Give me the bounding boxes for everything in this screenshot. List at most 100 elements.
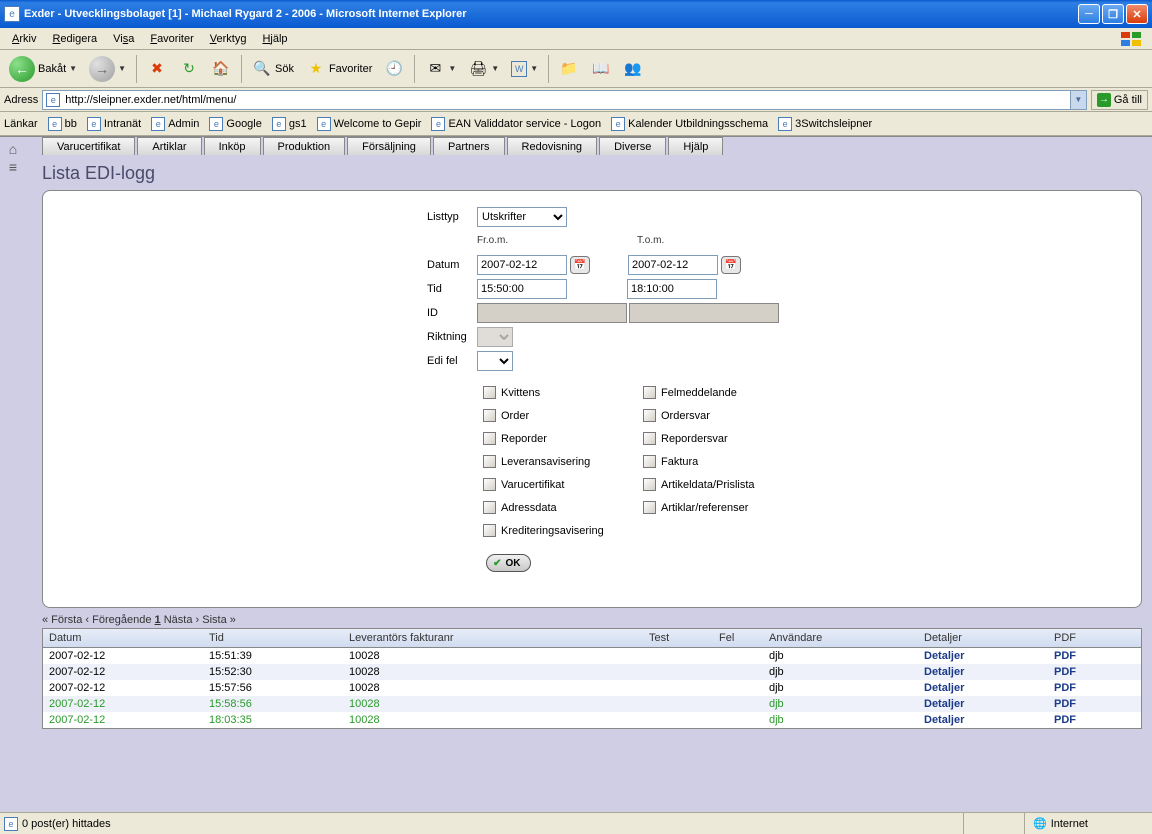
favorites-button[interactable]: ★Favoriter xyxy=(301,54,377,84)
checkbox[interactable] xyxy=(483,386,496,399)
cell-datum: 2007-02-12 xyxy=(43,696,203,712)
app-tab[interactable]: Partners xyxy=(433,137,505,155)
app-tab[interactable]: Varucertifikat xyxy=(42,137,135,155)
close-button[interactable]: ✕ xyxy=(1126,4,1148,24)
datum-from-input[interactable] xyxy=(477,255,567,275)
go-button[interactable]: →Gå till xyxy=(1091,90,1148,110)
riktning-select[interactable] xyxy=(477,327,513,347)
checkbox[interactable] xyxy=(643,455,656,468)
back-button[interactable]: ←Bakåt▼ xyxy=(4,54,82,84)
checkbox[interactable] xyxy=(643,478,656,491)
pager-last[interactable]: Sista » xyxy=(202,614,236,626)
checkbox[interactable] xyxy=(643,409,656,422)
stop-button[interactable]: ✖ xyxy=(142,54,172,84)
checkbox[interactable] xyxy=(483,524,496,537)
app-tab[interactable]: Försäljning xyxy=(347,137,431,155)
datum-to-input[interactable] xyxy=(628,255,718,275)
tid-from-input[interactable] xyxy=(477,279,567,299)
checkbox[interactable] xyxy=(483,478,496,491)
checkbox[interactable] xyxy=(483,409,496,422)
detaljer-link[interactable]: Detaljer xyxy=(924,650,964,662)
link-item[interactable]: eGoogle xyxy=(205,115,265,133)
pager-current[interactable]: 1 xyxy=(155,614,161,626)
link-item[interactable]: eIntranät xyxy=(83,115,145,133)
checkbox[interactable] xyxy=(643,386,656,399)
checkbox[interactable] xyxy=(483,432,496,445)
mail-button[interactable]: ✉▼ xyxy=(420,54,461,84)
calendar-to-icon[interactable]: 📅 xyxy=(721,256,741,274)
history-button[interactable]: 🕘 xyxy=(379,54,409,84)
app-tab[interactable]: Hjälp xyxy=(668,137,723,155)
listtyp-select[interactable]: Utskrifter xyxy=(477,207,567,227)
link-item[interactable]: ebb xyxy=(44,115,81,133)
menu-verktyg[interactable]: Verktyg xyxy=(202,31,255,47)
link-item[interactable]: eWelcome to Gepir xyxy=(313,115,426,133)
messenger-button[interactable]: 👥 xyxy=(618,54,648,84)
address-input[interactable] xyxy=(63,91,1070,109)
cell-test xyxy=(643,664,713,680)
link-icon: e xyxy=(317,117,331,131)
cell-datum: 2007-02-12 xyxy=(43,712,203,728)
cell-lev: 10028 xyxy=(343,680,643,696)
ok-button[interactable]: ✔OK xyxy=(486,554,531,572)
detaljer-link[interactable]: Detaljer xyxy=(924,682,964,694)
pdf-link[interactable]: PDF xyxy=(1054,698,1076,710)
pager-first[interactable]: « Första xyxy=(42,614,82,626)
pager-prev[interactable]: ‹ Föregående xyxy=(85,614,151,626)
app-tab[interactable]: Artiklar xyxy=(137,137,201,155)
edit-button[interactable]: W▼ xyxy=(506,54,543,84)
checkbox[interactable] xyxy=(643,432,656,445)
checkbox[interactable] xyxy=(643,501,656,514)
forward-button[interactable]: →▼ xyxy=(84,54,131,84)
label-riktning: Riktning xyxy=(427,331,477,343)
detaljer-link[interactable]: Detaljer xyxy=(924,714,964,726)
checkbox[interactable] xyxy=(483,455,496,468)
address-dropdown[interactable]: ▼ xyxy=(1070,91,1086,109)
link-item[interactable]: eAdmin xyxy=(147,115,203,133)
link-item[interactable]: egs1 xyxy=(268,115,311,133)
pager-next[interactable]: Nästa › xyxy=(164,614,199,626)
app-tab[interactable]: Redovisning xyxy=(507,137,598,155)
id-from-input[interactable] xyxy=(477,303,627,323)
cell-datum: 2007-02-12 xyxy=(43,664,203,680)
edifel-select[interactable] xyxy=(477,351,513,371)
app-tab[interactable]: Diverse xyxy=(599,137,666,155)
menu-favoriter[interactable]: Favoriter xyxy=(142,31,201,47)
research-button[interactable]: 📖 xyxy=(586,54,616,84)
cell-test xyxy=(643,680,713,696)
link-item[interactable]: eKalender Utbildningsschema xyxy=(607,115,772,133)
menu-visa[interactable]: Visa xyxy=(105,31,142,47)
menu-redigera[interactable]: Redigera xyxy=(44,31,105,47)
link-item[interactable]: e3Switchsleipner xyxy=(774,115,876,133)
folder-button[interactable]: 📁 xyxy=(554,54,584,84)
pdf-link[interactable]: PDF xyxy=(1054,682,1076,694)
detaljer-link[interactable]: Detaljer xyxy=(924,666,964,678)
app-tab[interactable]: Inköp xyxy=(204,137,261,155)
checkbox-row: Ordersvar xyxy=(637,404,797,427)
cell-lev: 10028 xyxy=(343,664,643,680)
id-to-input[interactable] xyxy=(629,303,779,323)
menu-nav-icon[interactable]: ≡ xyxy=(4,159,22,175)
pdf-link[interactable]: PDF xyxy=(1054,650,1076,662)
checkbox-row: Artikeldata/Prislista xyxy=(637,473,797,496)
app-tab[interactable]: Produktion xyxy=(263,137,346,155)
menu-hjalp[interactable]: Hjälp xyxy=(254,31,295,47)
cell-pdf: PDF xyxy=(1048,680,1141,696)
column-header: Detaljer xyxy=(918,629,1048,648)
home-nav-icon[interactable]: ⌂ xyxy=(4,141,22,157)
menu-arkiv[interactable]: Arkiv xyxy=(4,31,44,47)
print-button[interactable]: 🖨▼ xyxy=(463,54,504,84)
maximize-button[interactable]: ❐ xyxy=(1102,4,1124,24)
calendar-from-icon[interactable]: 📅 xyxy=(570,256,590,274)
pdf-link[interactable]: PDF xyxy=(1054,666,1076,678)
detaljer-link[interactable]: Detaljer xyxy=(924,698,964,710)
checkbox[interactable] xyxy=(483,501,496,514)
link-item[interactable]: eEAN Validdator service - Logon xyxy=(427,115,605,133)
minimize-button[interactable]: ─ xyxy=(1078,4,1100,24)
home-button[interactable]: 🏠 xyxy=(206,54,236,84)
pdf-link[interactable]: PDF xyxy=(1054,714,1076,726)
refresh-button[interactable]: ↻ xyxy=(174,54,204,84)
checkbox-label: Krediteringsavisering xyxy=(501,525,604,537)
search-button[interactable]: 🔍Sök xyxy=(247,54,299,84)
tid-to-input[interactable] xyxy=(627,279,717,299)
